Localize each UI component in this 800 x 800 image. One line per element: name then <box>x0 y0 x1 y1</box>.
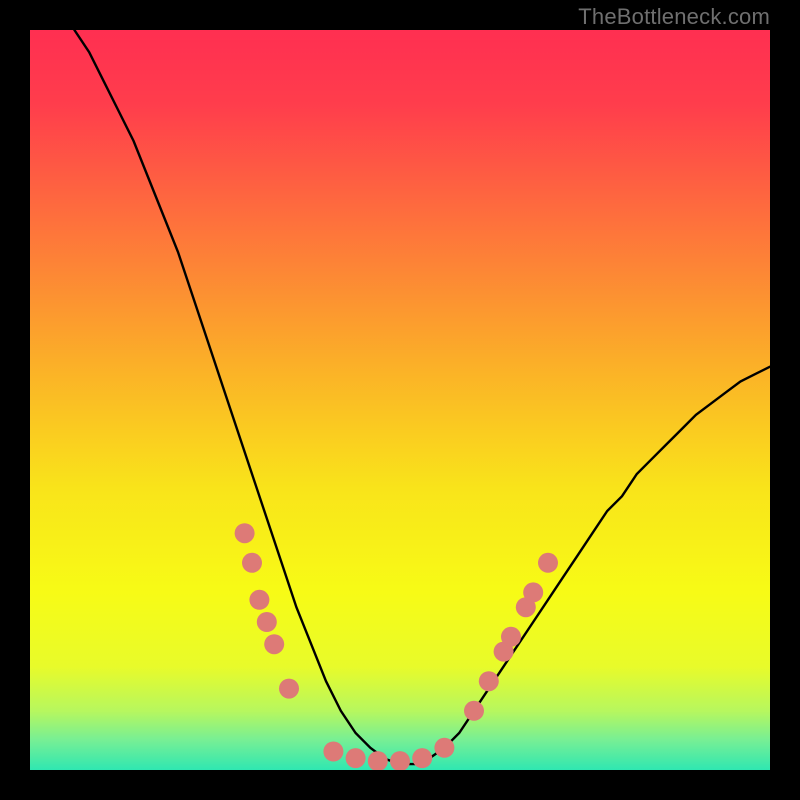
watermark-text: TheBottleneck.com <box>578 4 770 30</box>
data-marker <box>479 671 499 691</box>
data-marker <box>538 553 558 573</box>
data-marker <box>249 590 269 610</box>
chart-frame: TheBottleneck.com <box>0 0 800 800</box>
background-gradient <box>30 30 770 770</box>
data-marker <box>323 742 343 762</box>
data-marker <box>279 679 299 699</box>
data-marker <box>523 582 543 602</box>
data-marker <box>235 523 255 543</box>
data-marker <box>434 738 454 758</box>
data-marker <box>257 612 277 632</box>
data-marker <box>501 627 521 647</box>
plot-area <box>30 30 770 770</box>
data-marker <box>242 553 262 573</box>
data-marker <box>264 634 284 654</box>
data-marker <box>346 748 366 768</box>
data-marker <box>464 701 484 721</box>
chart-svg <box>30 30 770 770</box>
data-marker <box>412 748 432 768</box>
